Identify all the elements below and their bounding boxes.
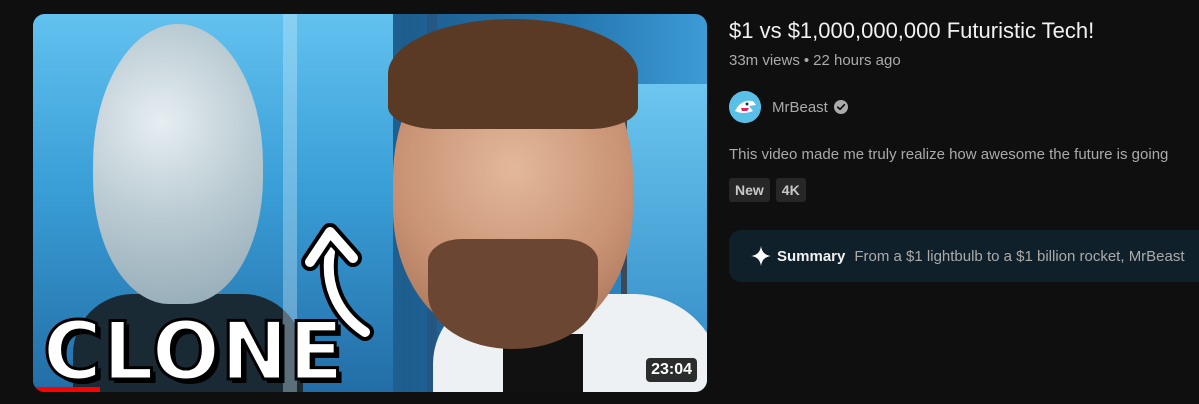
summary-text: From a $1 lightbulb to a $1 billion rock…: [854, 247, 1185, 265]
sparkle-icon: [751, 246, 771, 266]
badge-row: New 4K: [729, 178, 806, 202]
view-count: 33m views: [729, 52, 800, 69]
watch-progress-bar: [33, 387, 101, 392]
clone-head: [93, 24, 263, 304]
man-hair: [388, 19, 638, 129]
summary-label: Summary: [777, 247, 846, 265]
new-badge: New: [729, 178, 770, 202]
video-thumbnail[interactable]: CLONE 23:04: [33, 14, 707, 392]
avatar[interactable]: [729, 91, 761, 123]
channel-logo-icon: [729, 91, 761, 123]
upload-age: 22 hours ago: [813, 52, 901, 69]
4k-badge: 4K: [775, 178, 806, 202]
man-beard: [428, 239, 598, 349]
duration-badge: 23:04: [646, 358, 697, 382]
video-meta: 33m views • 22 hours ago: [729, 52, 901, 69]
channel-link[interactable]: MrBeast: [729, 90, 848, 124]
video-title[interactable]: $1 vs $1,000,000,000 Futuristic Tech!: [729, 18, 1094, 44]
meta-separator: •: [803, 52, 810, 69]
ai-summary-panel[interactable]: Summary From a $1 lightbulb to a $1 bill…: [729, 230, 1199, 282]
thumbnail-text: CLONE: [41, 304, 345, 393]
video-description: This video made me truly realize how awe…: [729, 146, 1169, 163]
verified-check-icon: [833, 100, 848, 114]
channel-name[interactable]: MrBeast: [772, 99, 828, 116]
